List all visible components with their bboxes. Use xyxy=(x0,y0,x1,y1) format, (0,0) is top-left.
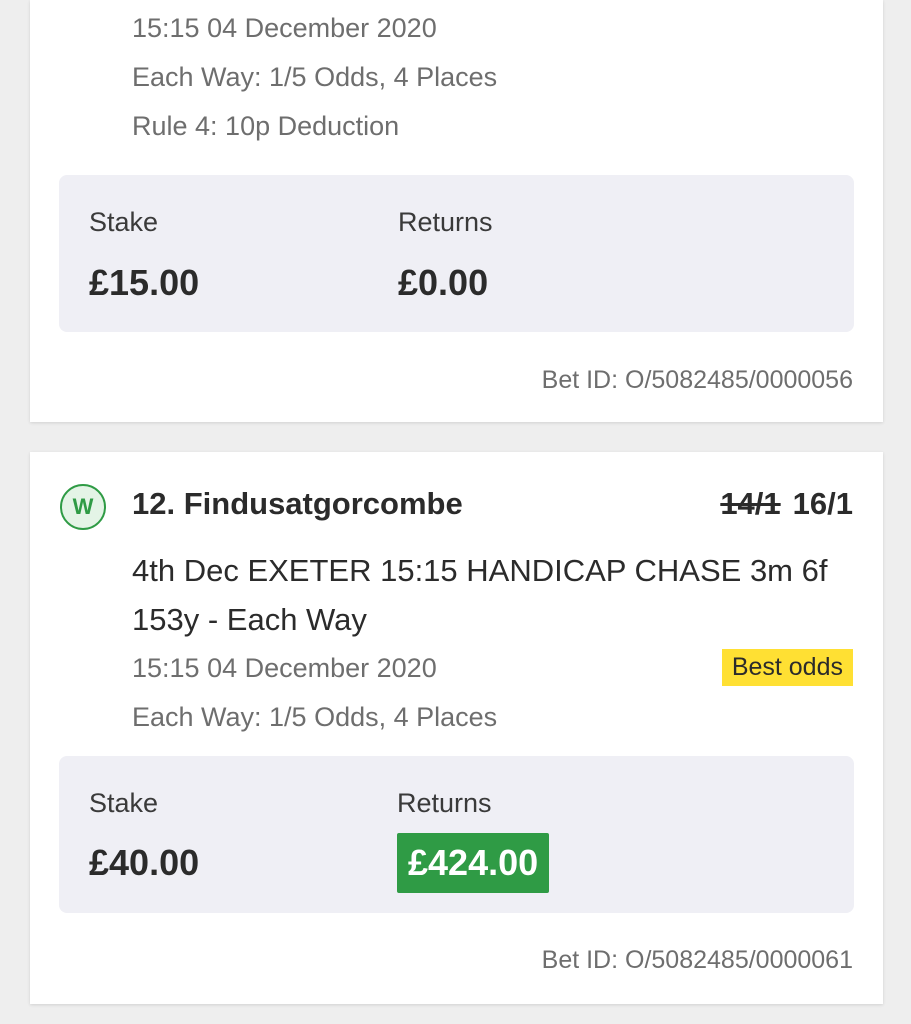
event-description: 4th Dec EXETER 15:15 HANDICAP CHASE 3m 6… xyxy=(132,553,828,637)
current-odds: 16/1 xyxy=(792,486,853,521)
stake-value: £15.00 xyxy=(89,262,200,303)
previous-odds: 14/1 xyxy=(720,486,781,521)
returns-value: £424.00 xyxy=(397,833,550,893)
best-odds-badge: Best odds xyxy=(721,649,853,686)
bet-card: W 12. Findusatgorcombe 14/1 16/1 4th Dec … xyxy=(30,452,883,1004)
returns-label: Returns xyxy=(397,788,492,818)
returns-label: Returns xyxy=(398,207,493,237)
stake-value: £40.00 xyxy=(89,842,200,883)
returns-value: £0.00 xyxy=(398,262,489,303)
rule4-deduction: Rule 4: 10p Deduction xyxy=(132,111,400,141)
stake-returns-panel: Stake £15.00 Returns £0.00 xyxy=(59,175,854,332)
selection-name: 12. Findusatgorcombe xyxy=(132,486,463,521)
stake-label: Stake xyxy=(89,788,159,818)
stake-returns-panel: Stake £40.00 Returns £424.00 xyxy=(59,756,854,913)
bet-id: Bet ID: O/5082485/0000056 xyxy=(541,366,853,394)
win-status-icon: W xyxy=(60,484,106,530)
bet-card: 15:15 04 December 2020 Each Way: 1/5 Odd… xyxy=(30,0,883,422)
event-datetime: 15:15 04 December 2020 xyxy=(132,13,437,43)
event-datetime: 15:15 04 December 2020 xyxy=(132,653,437,683)
each-way-terms: Each Way: 1/5 Odds, 4 Places xyxy=(132,62,498,92)
odds: 14/1 16/1 xyxy=(720,488,853,519)
each-way-terms: Each Way: 1/5 Odds, 4 Places xyxy=(132,702,498,732)
stake-label: Stake xyxy=(89,207,159,237)
bet-id: Bet ID: O/5082485/0000061 xyxy=(541,946,853,974)
